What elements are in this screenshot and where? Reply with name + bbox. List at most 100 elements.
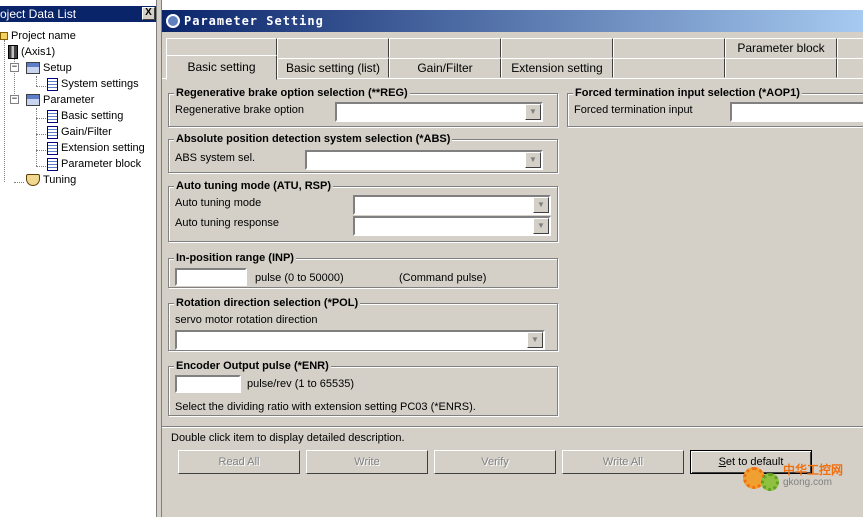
tree-line [36,150,46,151]
tab-placeholder [389,38,501,58]
window-titlebar: Parameter Setting [162,10,863,32]
auto-tuning-mode-select[interactable]: ▼ [353,195,551,215]
group-regenerative-brake: Regenerative brake option selection (**R… [168,86,558,127]
watermark-brand: 中华工控网 [783,463,844,477]
document-icon [47,125,58,139]
regenerative-brake-select[interactable]: ▼ [335,102,543,122]
rotation-direction-label: servo motor rotation direction [175,314,318,326]
encoder-output-pulse-input[interactable] [175,375,241,393]
tab-parameter-block[interactable]: Parameter block [725,38,837,58]
dropdown-arrow-icon[interactable]: ▼ [533,197,549,213]
tree-line [14,182,24,183]
in-position-unit-label: pulse (0 to 50000) [255,272,344,284]
group-title: Forced termination input selection (*AOP… [573,86,802,100]
tab-gain-filter[interactable]: Gain/Filter [389,58,501,78]
encoder-output-unit-label: pulse/rev (1 to 65535) [247,378,355,390]
group-encoder-output-pulse: Encoder Output pulse (*ENR) pulse/rev (1… [168,359,558,416]
tree-item-label: Project name [11,30,76,42]
dropdown-arrow-icon[interactable]: ▼ [527,332,543,348]
abs-system-label: ABS system sel. [175,152,256,164]
rotation-direction-select[interactable]: ▼ [175,330,545,350]
tree-item-axis1[interactable]: (Axis1) [8,44,55,60]
tree-line [36,134,46,135]
window-title: Parameter Setting [184,14,324,28]
auto-tuning-mode-label: Auto tuning mode [175,197,262,209]
dropdown-arrow-icon[interactable]: ▼ [525,104,541,120]
group-forced-termination: Forced termination input selection (*AOP… [567,86,863,127]
tree-item-label: Gain/Filter [61,126,112,138]
encoder-output-note-label: Select the dividing ratio with extension… [175,401,476,413]
tab-placeholder [277,38,389,58]
read-all-button[interactable]: Read All [178,450,300,474]
group-title: In-position range (INP) [174,251,296,265]
tree-item-extension-setting[interactable]: Extension setting [47,140,145,156]
tree-line [36,166,46,167]
tree-item-project-name[interactable]: Project name [0,28,76,44]
tuning-icon [26,174,40,187]
document-icon [47,141,58,155]
forced-termination-select[interactable] [730,102,863,122]
auto-tuning-response-label: Auto tuning response [175,217,279,229]
set-to-default-accelerator: S [718,456,726,468]
in-position-note-label: (Command pulse) [399,272,487,284]
tree-item-basic-setting[interactable]: Basic setting [47,108,123,124]
tree-item-gain-filter[interactable]: Gain/Filter [47,124,112,140]
forced-termination-label: Forced termination input [574,104,693,116]
folder-icon [26,94,40,107]
document-icon [47,77,58,91]
write-all-button[interactable]: Write All [562,450,684,474]
gear-icon [761,473,779,491]
abs-system-select[interactable]: ▼ [305,150,543,170]
tab-basic-setting[interactable]: Basic setting [166,55,277,80]
tree-item-label: Tuning [43,174,77,186]
tree-item-parameter[interactable]: Parameter [26,92,94,108]
servo-axis-icon [8,45,18,60]
tree-item-label: Parameter [43,94,95,106]
collapse-parameter-icon[interactable]: − [10,95,19,104]
group-title: Encoder Output pulse (*ENR) [174,359,331,373]
tree-line [36,76,37,86]
tree-item-label: (Axis1) [21,46,56,58]
tab-extension-setting[interactable]: Extension setting [501,58,613,78]
tree-item-label: System settings [61,78,139,90]
bottom-separator [162,426,863,428]
group-title: Absolute position detection system selec… [174,132,453,146]
document-icon [47,157,58,171]
collapse-setup-icon[interactable]: − [10,63,19,72]
tree-line [36,108,37,166]
project-data-list-titlebar: Project Data List X [0,6,156,22]
dropdown-arrow-icon[interactable]: ▼ [525,152,541,168]
tree-item-label: Parameter block [61,158,142,170]
tree-item-setup[interactable]: Setup [26,60,72,76]
tree-item-label: Basic setting [61,110,124,122]
tree-line [4,40,5,182]
tab-basic-setting-list[interactable]: Basic setting (list) [277,58,389,78]
tree-item-tuning[interactable]: Tuning [26,172,76,188]
tree-item-system-settings[interactable]: System settings [47,76,139,92]
gkong-watermark: 中华工控网 gkong.com [739,459,859,495]
group-rotation-direction: Rotation direction selection (*POL) serv… [168,296,558,351]
project-data-list-pane: Project Data List X Project name (Axis1)… [0,0,157,517]
in-position-range-input[interactable] [175,268,247,286]
project-data-list-title: Project Data List [0,7,77,21]
group-auto-tuning: Auto tuning mode (ATU, RSP) Auto tuning … [168,179,558,242]
status-hint-text: Double click item to display detailed de… [171,432,405,444]
group-in-position-range: In-position range (INP) pulse (0 to 5000… [168,251,558,288]
project-icon [0,32,8,41]
tab-placeholder [725,58,837,78]
verify-button[interactable]: Verify [434,450,556,474]
auto-tuning-response-select[interactable]: ▼ [353,216,551,236]
group-absolute-position: Absolute position detection system selec… [168,132,558,173]
write-button[interactable]: Write [306,450,428,474]
group-title: Regenerative brake option selection (**R… [174,86,410,100]
group-title: Auto tuning mode (ATU, RSP) [174,179,333,193]
folder-icon [26,62,40,75]
tab-placeholder [501,38,613,58]
tree-item-parameter-block[interactable]: Parameter block [47,156,141,172]
dropdown-arrow-icon[interactable]: ▼ [533,218,549,234]
group-title: Rotation direction selection (*POL) [174,296,361,310]
tree-item-label: Setup [43,62,72,74]
close-icon[interactable]: X [142,7,155,20]
tab-placeholder [613,58,725,78]
tree-line [36,86,46,87]
